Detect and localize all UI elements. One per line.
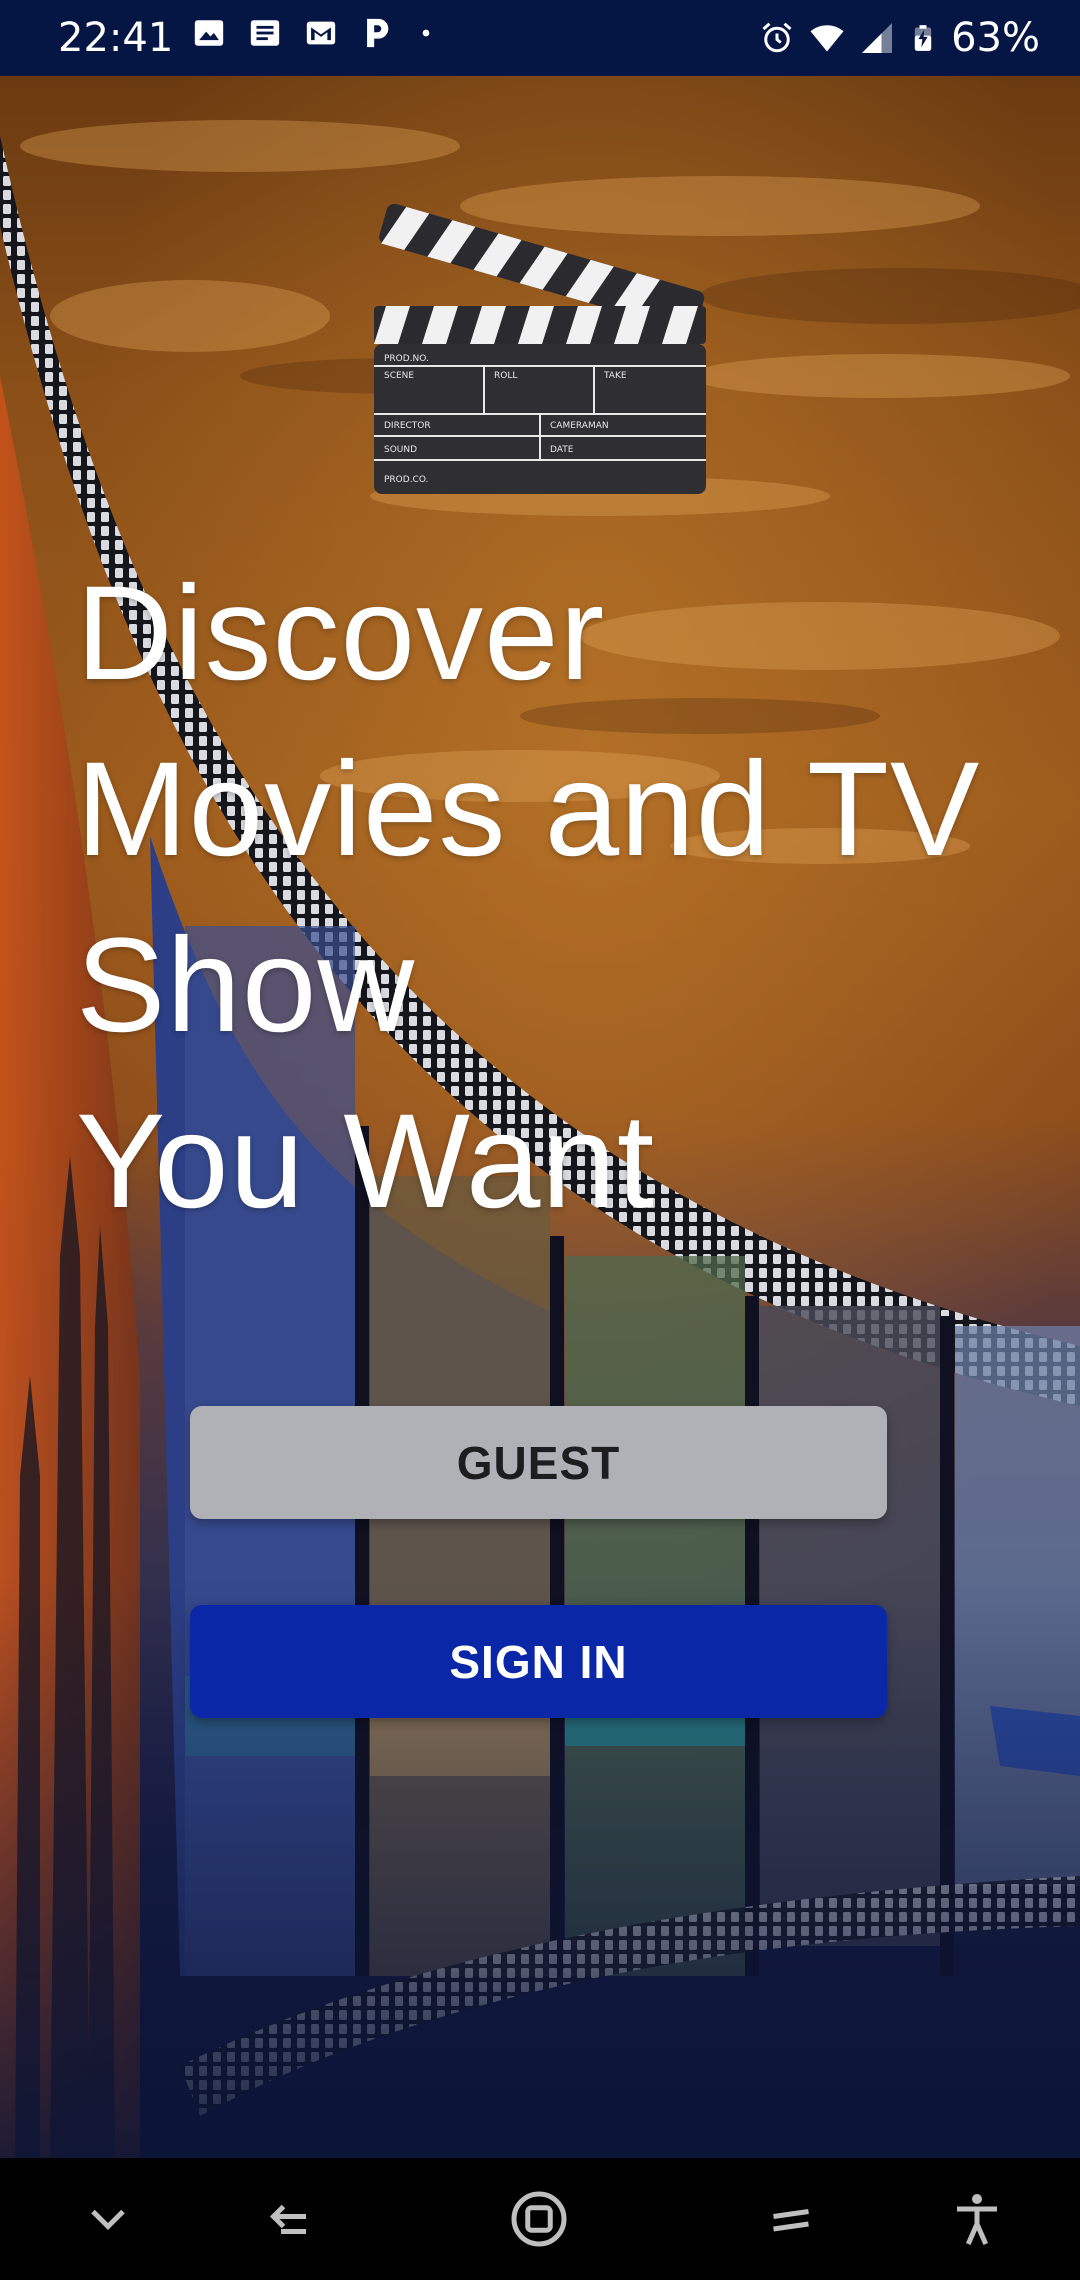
battery-percent: 63% — [951, 15, 1040, 61]
headline: Discover Movies and TV Show You Want — [76, 546, 1056, 1250]
clapper-scene: SCENE — [384, 371, 414, 381]
clapper-date: DATE — [550, 445, 574, 455]
back-icon[interactable] — [258, 2186, 324, 2252]
alarm-icon — [762, 22, 792, 53]
recents-icon[interactable] — [758, 2186, 824, 2252]
clapper-cameraman: CAMERAMAN — [550, 421, 609, 431]
headline-line-4: You Want — [76, 1087, 656, 1236]
guest-button[interactable]: GUEST — [190, 1406, 887, 1519]
headline-line-3: Show — [76, 911, 416, 1060]
image-icon — [194, 20, 224, 46]
gmail-icon — [306, 21, 336, 45]
signal-icon — [862, 23, 893, 53]
dot-icon — [422, 29, 430, 37]
news-icon — [250, 20, 280, 46]
headline-line-1: Discover — [76, 559, 606, 708]
clapper-take: TAKE — [603, 371, 627, 381]
clapper-sound: SOUND — [384, 445, 417, 455]
home-icon[interactable] — [506, 2186, 572, 2252]
system-status: 63% — [759, 8, 1040, 68]
clapper-prod-no: PROD.NO. — [384, 354, 429, 364]
status-time: 22:41 — [58, 15, 174, 61]
wifi-icon — [810, 25, 844, 52]
chevron-down-icon[interactable] — [75, 2186, 141, 2252]
status-bar: 22:41 63% — [0, 0, 1080, 76]
navigation-bar — [0, 2158, 1080, 2280]
notification-icons — [192, 16, 436, 50]
battery-charging-icon — [914, 25, 932, 51]
pandora-icon — [367, 18, 389, 48]
sign-in-button[interactable]: SIGN IN — [190, 1605, 887, 1718]
hero-section: PROD.NO. SCENE ROLL TAKE DIRECTOR CAMERA… — [0, 76, 1080, 2158]
clapper-director: DIRECTOR — [384, 421, 431, 431]
accessibility-icon[interactable] — [944, 2186, 1010, 2252]
clapper-prod-co: PROD.CO. — [384, 475, 428, 485]
clapperboard-icon: PROD.NO. SCENE ROLL TAKE DIRECTOR CAMERA… — [374, 203, 706, 494]
headline-line-2: Movies and TV — [76, 735, 981, 884]
clapper-roll: ROLL — [494, 371, 517, 381]
